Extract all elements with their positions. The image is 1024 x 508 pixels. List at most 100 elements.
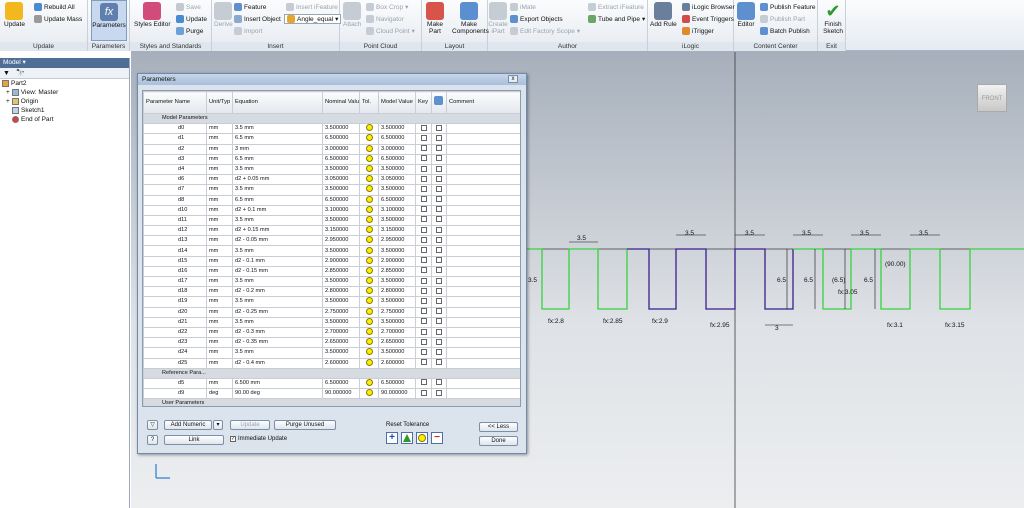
param-model[interactable]: 3.500000	[378, 163, 416, 176]
param-equation[interactable]: 3 mm	[232, 143, 323, 155]
param-nominal[interactable]: 3.100000	[322, 204, 360, 216]
param-unit[interactable]: mm	[206, 235, 233, 247]
key-checkbox[interactable]	[420, 338, 427, 345]
param-model[interactable]: 3.500000	[378, 123, 416, 135]
param-unit[interactable]: mm	[206, 377, 233, 390]
export-checkbox-cell[interactable]	[431, 204, 447, 216]
param-name[interactable]: d8	[143, 194, 207, 206]
param-model[interactable]: 3.000000	[378, 143, 416, 155]
param-comment[interactable]	[446, 357, 520, 369]
param-name[interactable]: d24	[143, 347, 207, 359]
checkbox-checked[interactable]: ✓	[230, 436, 236, 442]
param-unit[interactable]: mm	[206, 133, 233, 145]
tolerance-cell[interactable]	[359, 163, 379, 176]
table-row[interactable]: d21 mm 3.5 mm 3.500000 3.500000	[143, 316, 520, 328]
param-nominal[interactable]: 3.500000	[322, 123, 360, 135]
param-unit[interactable]: mm	[206, 286, 233, 298]
param-nominal[interactable]: 3.500000	[322, 347, 360, 359]
param-equation[interactable]: 3.5 mm	[232, 347, 323, 359]
update-button[interactable]: Update	[230, 420, 270, 430]
export-checkbox-cell[interactable]	[431, 377, 447, 390]
table-row[interactable]: d22 mm d2 - 0.3 mm 2.700000 2.700000	[143, 326, 520, 339]
export-checkbox[interactable]	[436, 236, 442, 243]
key-checkbox[interactable]	[420, 145, 427, 152]
param-comment[interactable]	[446, 326, 520, 339]
param-equation[interactable]: d2 - 0.05 mm	[232, 235, 323, 247]
param-name[interactable]: d25	[143, 357, 207, 369]
param-comment[interactable]	[446, 388, 520, 400]
param-equation[interactable]: 3.5 mm	[232, 184, 323, 196]
param-unit[interactable]: mm	[206, 306, 233, 318]
param-equation[interactable]: 3.5 mm	[232, 123, 323, 135]
param-nominal[interactable]: 2.900000	[322, 255, 360, 267]
header-equation[interactable]: Equation	[232, 91, 323, 114]
table-row[interactable]: d24 mm 3.5 mm 3.500000 3.500000	[143, 347, 520, 359]
param-unit[interactable]: mm	[206, 265, 233, 278]
key-checkbox-cell[interactable]	[415, 174, 432, 186]
export-checkbox[interactable]	[436, 257, 442, 264]
export-checkbox-cell[interactable]	[431, 123, 447, 135]
param-nominal[interactable]: 6.500000	[322, 133, 360, 145]
fx-dim[interactable]: fx:2.9	[652, 318, 668, 325]
export-checkbox-cell[interactable]	[431, 245, 447, 257]
param-model[interactable]: 6.500000	[378, 133, 416, 145]
dim-top[interactable]: 3.5	[860, 230, 869, 237]
table-row[interactable]: d14 mm 3.5 mm 3.500000 3.500000	[143, 245, 520, 257]
table-row[interactable]: d25 mm d2 - 0.4 mm 2.600000 2.600000	[143, 357, 520, 369]
param-equation[interactable]: 6.5 mm	[232, 153, 323, 165]
export-checkbox-cell[interactable]	[431, 143, 447, 155]
param-model[interactable]: 2.600000	[378, 357, 416, 369]
param-model[interactable]: 2.900000	[378, 255, 416, 267]
nominal-tolerance-button[interactable]	[401, 432, 413, 444]
key-checkbox-cell[interactable]	[415, 204, 432, 216]
export-checkbox-cell[interactable]	[431, 326, 447, 339]
param-nominal[interactable]: 3.000000	[322, 143, 360, 155]
export-checkbox-cell[interactable]	[431, 316, 447, 328]
key-checkbox[interactable]	[420, 277, 427, 284]
param-unit[interactable]: mm	[206, 337, 233, 349]
export-checkbox[interactable]	[436, 145, 442, 152]
param-comment[interactable]	[446, 377, 520, 390]
param-name[interactable]: d19	[143, 296, 207, 308]
table-row[interactable]: d19 mm 3.5 mm 3.500000 3.500000	[143, 296, 520, 308]
dim-vert[interactable]: 6.5	[864, 277, 873, 284]
export-checkbox-cell[interactable]	[431, 265, 447, 278]
key-checkbox[interactable]	[420, 379, 427, 386]
export-checkbox-cell[interactable]	[431, 184, 447, 196]
param-unit[interactable]: mm	[206, 275, 233, 288]
tolerance-cell[interactable]	[359, 153, 379, 165]
param-comment[interactable]	[446, 347, 520, 359]
key-checkbox-cell[interactable]	[415, 143, 432, 155]
key-checkbox[interactable]	[420, 226, 427, 233]
table-row[interactable]: d10 mm d2 + 0.1 mm 3.100000 3.100000	[143, 204, 520, 216]
lower-tolerance-button[interactable]: −	[431, 432, 443, 444]
export-checkbox-cell[interactable]	[431, 225, 447, 237]
param-equation[interactable]: d2 + 0.15 mm	[232, 225, 323, 237]
key-checkbox[interactable]	[420, 348, 427, 355]
param-unit[interactable]: mm	[206, 245, 233, 257]
param-unit[interactable]: mm	[206, 184, 233, 196]
key-checkbox-cell[interactable]	[415, 133, 432, 145]
key-checkbox-cell[interactable]	[415, 255, 432, 267]
param-equation[interactable]: 3.5 mm	[232, 275, 323, 288]
tolerance-cell[interactable]	[359, 214, 379, 227]
done-button[interactable]: Done	[479, 436, 518, 446]
key-checkbox-cell[interactable]	[415, 296, 432, 308]
param-equation[interactable]: d2 + 0.05 mm	[232, 174, 323, 186]
param-unit[interactable]: mm	[206, 153, 233, 165]
param-nominal[interactable]: 2.950000	[322, 235, 360, 247]
param-nominal[interactable]: 6.500000	[322, 194, 360, 206]
param-model[interactable]: 3.050000	[378, 174, 416, 186]
param-comment[interactable]	[446, 255, 520, 267]
param-equation[interactable]: d2 - 0.35 mm	[232, 337, 323, 349]
param-nominal[interactable]: 2.650000	[322, 337, 360, 349]
tolerance-cell[interactable]	[359, 245, 379, 257]
key-checkbox[interactable]	[420, 267, 427, 274]
param-comment[interactable]	[446, 286, 520, 298]
key-checkbox-cell[interactable]	[415, 123, 432, 135]
param-name[interactable]: d14	[143, 245, 207, 257]
export-checkbox[interactable]	[436, 175, 442, 182]
param-equation[interactable]: 6.5 mm	[232, 133, 323, 145]
header-export[interactable]	[431, 91, 447, 114]
param-model[interactable]: 2.850000	[378, 265, 416, 278]
